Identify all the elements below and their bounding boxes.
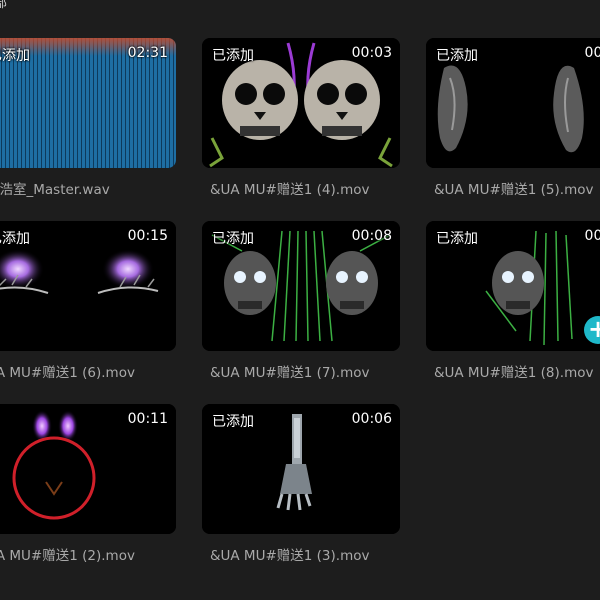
duration-label: 00:08 <box>351 228 392 244</box>
duration-label: 00:11 <box>127 411 168 427</box>
media-filename: &UA MU#赠送1 (4).mov <box>210 182 370 198</box>
media-card-video[interactable]: 已添加 00:0 &UA MU#赠送1 (8).mov <box>426 221 600 404</box>
duration-label: 02:31 <box>127 45 168 61</box>
media-filename: 音浩室_Master.wav <box>0 182 110 198</box>
media-filename: &UA MU#赠送1 (3).mov <box>210 548 370 564</box>
video-thumbnail[interactable]: 已添加 00:03 <box>202 38 400 168</box>
media-filename: &UA MU#赠送1 (5).mov <box>434 182 594 198</box>
duration-label: 00:0 <box>584 45 600 61</box>
video-thumbnail[interactable]: 已添加 00:08 <box>202 221 400 351</box>
added-badge: 已添加 <box>212 48 254 64</box>
media-card-audio[interactable]: 已添加 02:31 音浩室_Master.wav <box>0 38 176 221</box>
audio-waveform-thumbnail[interactable]: 已添加 02:31 <box>0 38 176 168</box>
media-card-video[interactable]: 已添加 00:15 UA MU#赠送1 (6).mov <box>0 221 176 404</box>
video-thumbnail[interactable]: 已添加 00:0 <box>426 221 600 351</box>
media-filename: &UA MU#赠送1 (8).mov <box>434 365 594 381</box>
media-card-video[interactable]: 已添加 00:0 &UA MU#赠送1 (5).mov <box>426 38 600 221</box>
video-thumbnail[interactable]: 已添加 00:15 <box>0 221 176 351</box>
added-badge: 已添加 <box>0 48 30 64</box>
media-card-video[interactable]: 已添加 00:03 &UA MU#赠送1 (4).mov <box>202 38 400 221</box>
duration-label: 00:15 <box>127 228 168 244</box>
media-grid: 已添加 02:31 音浩室_Master.wav <box>0 38 600 587</box>
video-thumbnail[interactable]: 已添加 00:0 <box>426 38 600 168</box>
video-thumbnail[interactable]: 00:11 <box>0 404 176 534</box>
added-badge: 已添加 <box>0 231 30 247</box>
added-badge: 已添加 <box>436 231 478 247</box>
duration-label: 00:03 <box>351 45 392 61</box>
added-badge: 已添加 <box>212 414 254 430</box>
duration-label: 00:0 <box>584 228 600 244</box>
media-filename: &UA MU#赠送1 (7).mov <box>210 365 370 381</box>
added-badge: 已添加 <box>436 48 478 64</box>
plus-icon: + <box>587 315 600 343</box>
video-thumbnail[interactable]: 已添加 00:06 <box>202 404 400 534</box>
panel-header-title: 部 <box>0 0 8 11</box>
media-card-video[interactable]: 已添加 00:06 &UA MU#赠送1 (3).mov <box>202 404 400 587</box>
duration-label: 00:06 <box>351 411 392 427</box>
media-filename: UA MU#赠送1 (6).mov <box>0 365 135 381</box>
media-card-video[interactable]: 00:11 UA MU#赠送1 (2).mov <box>0 404 176 587</box>
media-filename: UA MU#赠送1 (2).mov <box>0 548 135 564</box>
added-badge: 已添加 <box>212 231 254 247</box>
media-card-video[interactable]: 已添加 00:08 &UA MU#赠送1 (7).mov <box>202 221 400 404</box>
